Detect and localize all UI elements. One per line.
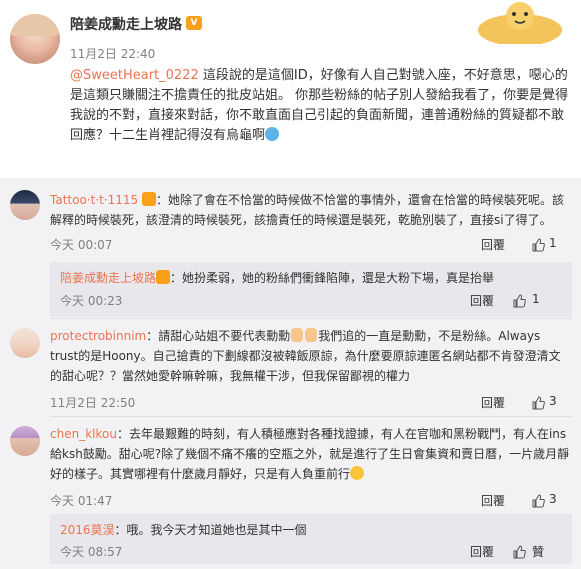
reply-body: ：她扮柔弱，她的粉絲們衝鋒陷陣，還是大粉下場，真是抬舉 bbox=[170, 271, 495, 285]
comment-text: protectrobinnim：請甜心站姐不要代表勳勳 我們追的一直是勳勳，不是粉… bbox=[50, 326, 572, 386]
divider bbox=[50, 318, 572, 319]
reply-button[interactable]: 回覆 bbox=[481, 394, 505, 411]
commenter-name[interactable]: chen_klkou bbox=[50, 427, 117, 441]
vip-badge-icon: V bbox=[186, 16, 202, 30]
smile-emoji-icon bbox=[350, 466, 365, 480]
like-count: 3 bbox=[549, 492, 557, 506]
comment-list: Tattoo·t·t·1115 ：她除了會在不恰當的時候做不恰當的事情外，還會在… bbox=[0, 178, 581, 569]
author-avatar[interactable] bbox=[10, 14, 60, 64]
reply-box: 2016莫淏：哦。我今天才知道她也是其中一個 今天 08:57 回覆 贊 bbox=[50, 514, 572, 564]
divider bbox=[50, 416, 572, 417]
commenter-avatar[interactable] bbox=[10, 426, 40, 456]
reply-time: 今天 00:23 bbox=[60, 294, 123, 308]
reply-button[interactable]: 回覆 bbox=[470, 292, 494, 309]
reply-box: 陪姜成勳走上坡路 ：她扮柔弱，她的粉絲們衝鋒陷陣，還是大粉下場，真是抬舉 今天 0… bbox=[50, 262, 572, 317]
like-count: 1 bbox=[549, 236, 557, 250]
emoji-icon bbox=[265, 127, 280, 141]
like-icon[interactable] bbox=[512, 294, 526, 308]
reply-button[interactable]: 回覆 bbox=[481, 236, 505, 253]
reply-button[interactable]: 回覆 bbox=[481, 492, 505, 509]
reply-text: 2016莫淏：哦。我今天才知道她也是其中一個 bbox=[60, 520, 560, 540]
comment-time: 今天 00:07 bbox=[50, 238, 113, 252]
like-icon[interactable] bbox=[512, 545, 526, 559]
author-name[interactable]: 陪姜成勳走上坡路 bbox=[70, 14, 182, 34]
like-label: 贊 bbox=[532, 545, 545, 559]
post-body: @SweetHeart_0222 這段說的是這個ID，好像有人自己對號入座，不好… bbox=[70, 66, 572, 146]
comment-time: 今天 01:47 bbox=[50, 494, 113, 508]
like-icon[interactable] bbox=[531, 396, 545, 410]
badge-icon bbox=[156, 270, 171, 284]
reply-text: 陪姜成勳走上坡路 ：她扮柔弱，她的粉絲們衝鋒陷陣，還是大粉下場，真是抬舉 bbox=[60, 268, 560, 288]
reply-time: 今天 08:57 bbox=[60, 545, 123, 559]
like-icon[interactable] bbox=[531, 494, 545, 508]
mention-link[interactable]: @SweetHeart_0222 bbox=[70, 68, 199, 83]
comment-text: chen_klkou：去年最艱難的時刻，有人積極應對各種找證據，有人在官咖和黑粉… bbox=[50, 424, 572, 484]
replier-name[interactable]: 陪姜成勳走上坡路 bbox=[60, 271, 156, 285]
commenter-avatar[interactable] bbox=[10, 190, 40, 220]
commenter-name[interactable]: protectrobinnim bbox=[50, 329, 146, 343]
post-time[interactable]: 11月2日 22:40 bbox=[70, 45, 155, 62]
like-count: 3 bbox=[549, 394, 557, 408]
reply-body: ：哦。我今天才知道她也是其中一個 bbox=[114, 523, 307, 537]
peace-hand-icon bbox=[305, 328, 318, 342]
main-post: 陪姜成勳走上坡路 V 11月2日 22:40 @SweetHeart_0222 … bbox=[0, 0, 581, 160]
peace-hand-icon bbox=[291, 328, 304, 342]
reply-button[interactable]: 回覆 bbox=[470, 543, 494, 560]
comment-body: ：去年最艱難的時刻，有人積極應對各種找證據，有人在官咖和黑粉戰鬥，有人在ins給… bbox=[50, 427, 570, 481]
commenter-avatar[interactable] bbox=[10, 328, 40, 358]
commenter-name[interactable]: Tattoo·t·t·1115 bbox=[50, 193, 138, 207]
comment-text: Tattoo·t·t·1115 ：她除了會在不恰當的時候做不恰當的事情外，還會在… bbox=[50, 190, 572, 230]
badge-icon bbox=[142, 192, 157, 206]
comment-body-a: ：請甜心站姐不要代表勳勳 bbox=[146, 329, 291, 343]
replier-name[interactable]: 2016莫淏 bbox=[60, 523, 115, 537]
like-count: 1 bbox=[532, 292, 540, 306]
like-icon[interactable] bbox=[531, 238, 545, 252]
comment-time: 11月2日 22:50 bbox=[50, 396, 136, 410]
cartoon-sticker-icon bbox=[478, 2, 562, 44]
